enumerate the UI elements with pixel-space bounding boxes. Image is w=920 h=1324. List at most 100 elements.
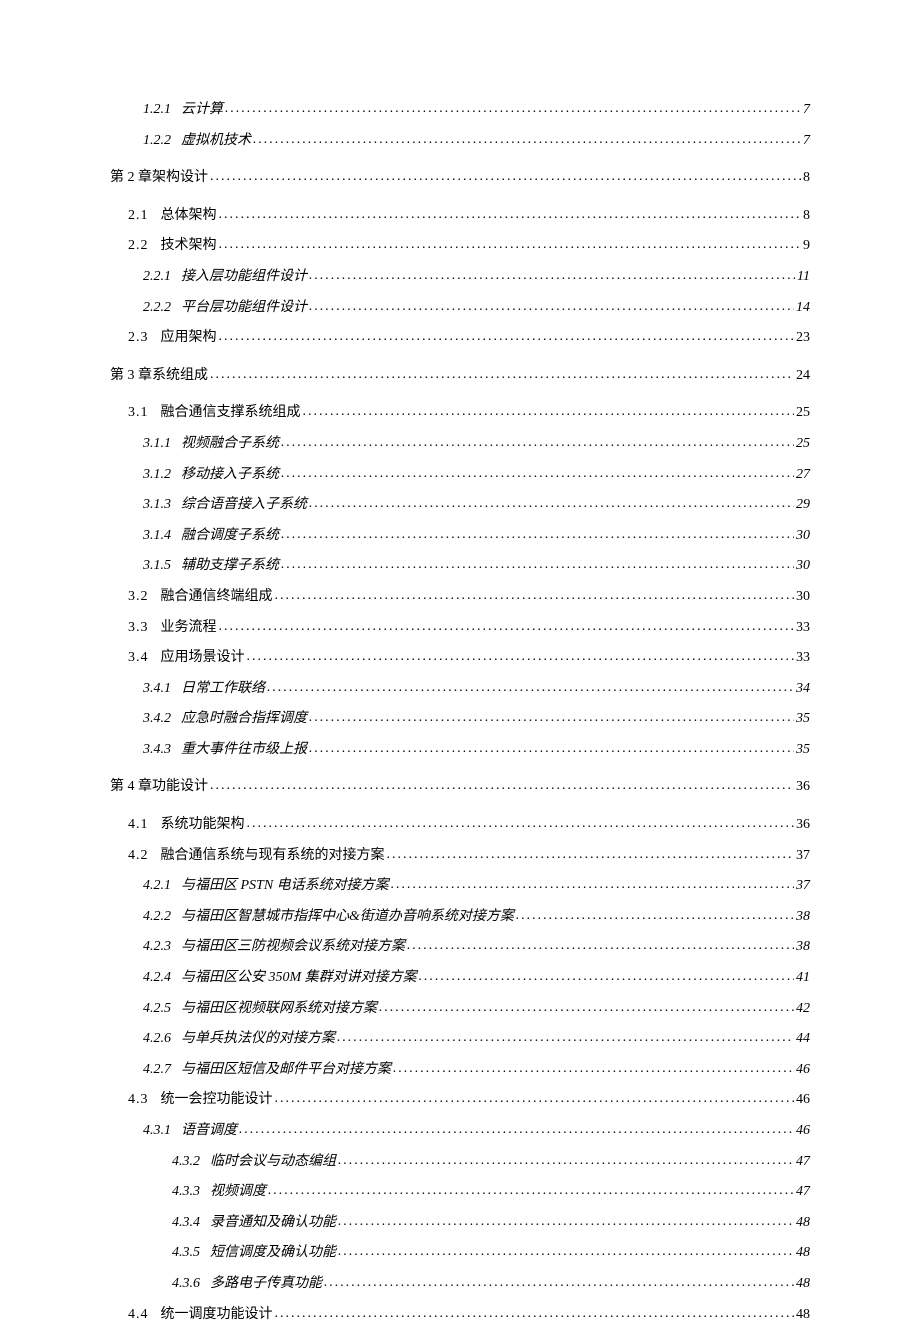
toc-leader-dots [267,678,794,698]
toc-label: 平台层功能组件设计 [181,298,307,318]
toc-label: 统一调度功能设计 [161,1305,273,1324]
toc-label: 技术架构 [161,236,217,256]
toc-number: 4.3.3 [172,1182,200,1202]
toc-entry[interactable]: 4.2融合通信系统与现有系统的对接方案37 [128,846,810,866]
toc-leader-dots [419,967,794,987]
toc-entry[interactable]: 1.2.1云计算7 [143,100,810,120]
toc-number: 3.4.2 [143,709,171,729]
toc-number: 3.1.5 [143,556,171,576]
toc-label: 视频调度 [210,1182,266,1202]
toc-page: 48 [796,1213,810,1233]
toc-leader-dots [281,433,794,453]
toc-page: 34 [796,679,810,699]
toc-page: 36 [796,815,810,835]
toc-number: 4.2.3 [143,937,171,957]
toc-entry[interactable]: 2.2.2平台层功能组件设计14 [143,298,810,318]
toc-leader-dots [281,464,794,484]
toc-entry[interactable]: 第 4 章功能设计36 [110,777,810,797]
toc-label: 录音通知及确认功能 [210,1213,336,1233]
toc-entry[interactable]: 4.4统一调度功能设计48 [128,1305,810,1324]
toc-label: 多路电子传真功能 [210,1274,322,1294]
toc-number: 4.3.5 [172,1243,200,1263]
toc-entry[interactable]: 4.2.6与单兵执法仪的对接方案44 [143,1029,810,1049]
toc-number: 4.2.5 [143,999,171,1019]
toc-label: 第 2 章架构设计 [110,168,208,188]
toc-leader-dots [253,130,801,150]
toc-page: 48 [796,1274,810,1294]
toc-leader-dots [309,266,795,286]
toc-number: 1.2.2 [143,131,171,151]
toc-page: 38 [796,907,810,927]
toc-entry[interactable]: 4.2.1与福田区 PSTN 电话系统对接方案37 [143,876,810,896]
toc-label: 视频融合子系统 [181,434,279,454]
toc-entry[interactable]: 3.4.3重大事件往市级上报35 [143,740,810,760]
toc-entry[interactable]: 4.3.6 多路电子传真功能 48 [172,1274,810,1294]
toc-leader-dots [268,1181,794,1201]
toc-number: 4.3 [128,1090,149,1110]
toc-leader-dots [281,525,794,545]
toc-leader-dots [247,647,795,667]
toc-label: 应急时融合指挥调度 [181,709,307,729]
toc-entry[interactable]: 3.4.1日常工作联络34 [143,679,810,699]
toc-leader-dots [338,1151,794,1171]
toc-entry[interactable]: 3.4应用场景设计33 [128,648,810,668]
toc-label: 系统功能架构 [161,815,245,835]
toc-number: 3.3 [128,618,149,638]
toc-leader-dots [219,617,795,637]
toc-number: 4.3.6 [172,1274,200,1294]
toc-entry[interactable]: 4.3.4录音通知及确认功能48 [172,1213,810,1233]
toc-page: 23 [796,328,810,348]
toc-entry[interactable]: 2.1总体架构8 [128,206,810,226]
toc-page: 41 [796,968,810,988]
toc-leader-dots [219,235,802,255]
toc-page: 7 [803,100,810,120]
toc-page: 11 [797,267,810,287]
toc-page: 29 [796,495,810,515]
toc-number: 1.2.1 [143,100,171,120]
toc-label: 第 4 章功能设计 [110,777,208,797]
toc-entry[interactable]: 3.1.4融合调度子系统30 [143,526,810,546]
toc-number: 3.2 [128,587,149,607]
toc-label: 总体架构 [161,206,217,226]
toc-entry[interactable]: 3.1.1视频融合子系统25 [143,434,810,454]
toc-page: 7 [803,131,810,151]
toc-page: 47 [796,1182,810,1202]
toc-entry[interactable]: 3.4.2 应急时融合指挥调度 35 [143,709,810,729]
toc-entry[interactable]: 4.3.5短信调度及确认功能48 [172,1243,810,1263]
toc-leader-dots [516,906,794,926]
toc-entry[interactable]: 4.3.2临时会议与动态编组47 [172,1152,810,1172]
toc-page: 14 [796,298,810,318]
toc-entry[interactable]: 4.3统一会控功能设计46 [128,1090,810,1110]
toc-entry[interactable]: 4.3.1语音调度46 [143,1121,810,1141]
toc-entry[interactable]: 3.1.5辅助支撑子系统30 [143,556,810,576]
toc-leader-dots [275,1089,795,1109]
toc-entry[interactable]: 3.2融合通信终端组成30 [128,587,810,607]
toc-number: 4.2 [128,846,149,866]
toc-entry[interactable]: 4.1系统功能架构36 [128,815,810,835]
toc-label: 短信调度及确认功能 [210,1243,336,1263]
toc-entry[interactable]: 2.2技术架构9 [128,236,810,256]
toc-entry[interactable]: 第 2 章架构设计 8 [110,168,810,188]
toc-entry[interactable]: 3.1融合通信支撑系统组成25 [128,403,810,423]
toc-page: 8 [803,168,810,188]
toc-label: 与福田区智慧城市指挥中心&街道办音响系统对接方案 [181,907,514,927]
toc-entry[interactable]: 4.2.3与福田区三防视频会议系统对接方案38 [143,937,810,957]
toc-leader-dots [338,1212,794,1232]
toc-leader-dots [247,814,795,834]
toc-entry[interactable]: 第 3 章系统组成24 [110,366,810,386]
toc-entry[interactable]: 4.3.3 视频调度 47 [172,1182,810,1202]
toc-entry[interactable]: 2.3应用架构23 [128,328,810,348]
toc-page: 33 [796,648,810,668]
toc-page: 35 [796,709,810,729]
toc-entry[interactable]: 3.1.2移动接入子系统27 [143,465,810,485]
toc-number: 4.3.1 [143,1121,171,1141]
toc-entry[interactable]: 3.1.3综合语音接入子系统29 [143,495,810,515]
toc-entry[interactable]: 4.2.2与福田区智慧城市指挥中心&街道办音响系统对接方案38 [143,907,810,927]
toc-entry[interactable]: 1.2.2虚拟机技术7 [143,131,810,151]
toc-entry[interactable]: 2.2.1接入层功能组件设计11 [143,267,810,287]
toc-number: 3.4 [128,648,149,668]
toc-entry[interactable]: 4.2.4与福田区公安 350M 集群对讲对接方案41 [143,968,810,988]
toc-entry[interactable]: 4.2.5与福田区视频联网系统对接方案42 [143,999,810,1019]
toc-entry[interactable]: 4.2.7与福田区短信及邮件平台对接方案46 [143,1060,810,1080]
toc-entry[interactable]: 3.3业务流程33 [128,618,810,638]
